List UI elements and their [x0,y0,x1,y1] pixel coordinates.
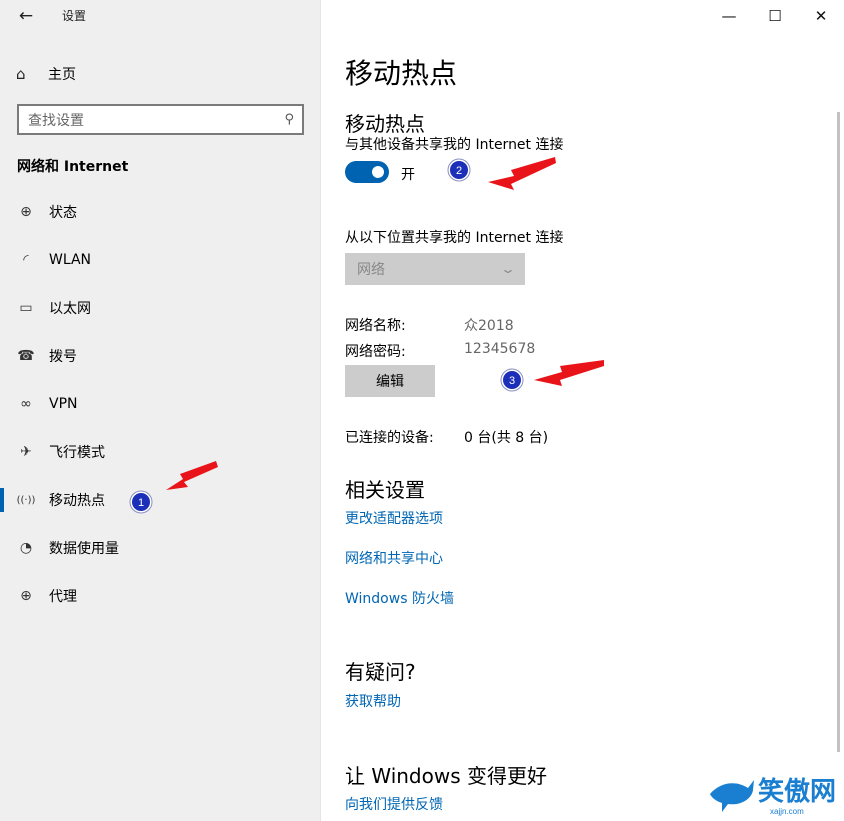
watermark-text: 笑傲网 [758,776,836,806]
shark-logo-icon: 笑傲网 xajjn.com [710,776,836,816]
annotation-number: 3 [509,375,515,387]
annotation-overlay: 1 2 3 [129,157,604,514]
annotation-arrow [166,157,604,490]
site-watermark: 笑傲网 xajjn.com [706,772,840,818]
watermark-url: xajjn.com [770,807,804,816]
annotation-badge-3: 3 [500,368,524,392]
annotation-badge-1: 1 [129,490,153,514]
annotation-badge-2: 2 [447,158,471,182]
annotation-number: 2 [456,165,462,177]
annotation-number: 1 [138,497,144,509]
